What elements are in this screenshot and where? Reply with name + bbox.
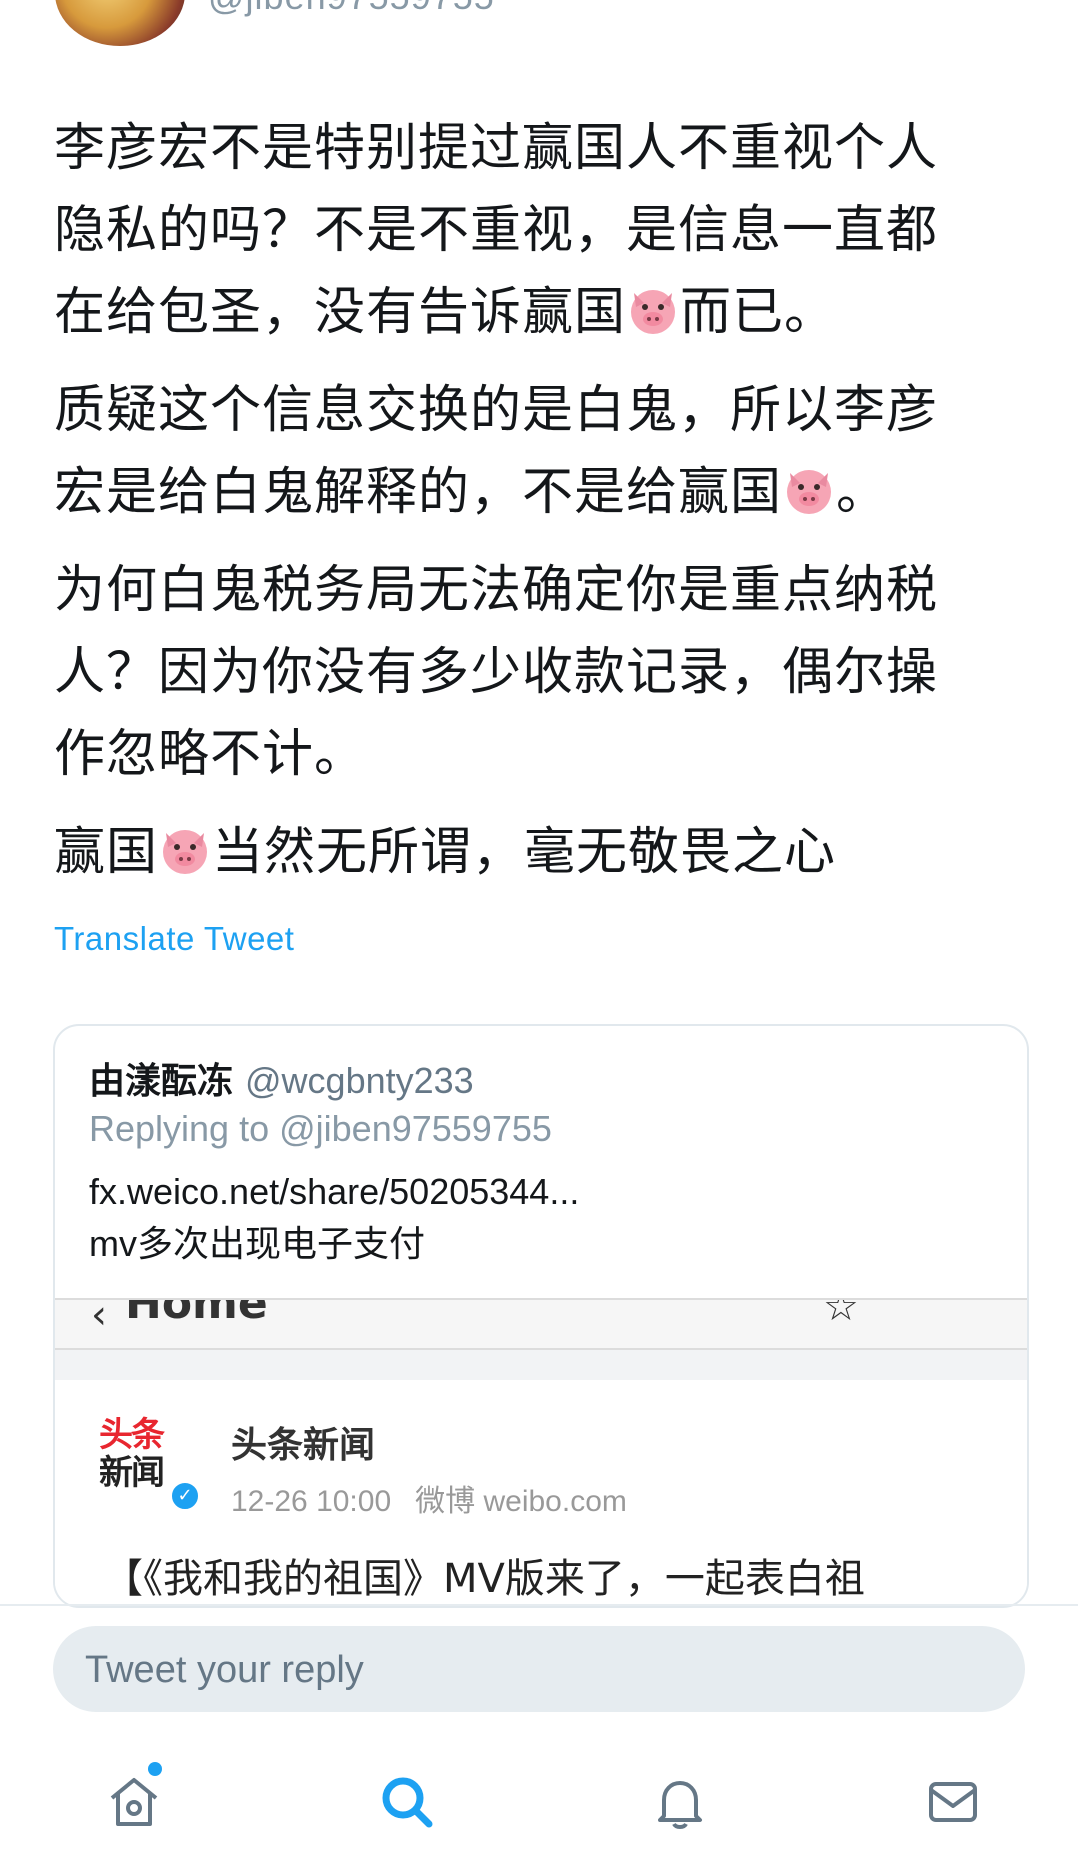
line: 李彦宏不是特别提过赢国人不重视个人	[54, 119, 939, 178]
home-icon[interactable]	[102, 1770, 166, 1834]
author-handle[interactable]: @jiben97559755	[208, 0, 495, 18]
line: 为何白鬼税务局无法确定你是重点纳税	[54, 561, 939, 620]
quoted-text-line: mv多次出现电子支付	[89, 1223, 425, 1264]
line: 人？因为你没有多少收款记录，偶尔操	[54, 643, 939, 702]
line: 赢国	[54, 823, 159, 882]
quoted-tweet-text: fx.weico.net/share/50205344... mv多次出现电子支…	[89, 1166, 579, 1270]
translate-tweet-link[interactable]: Translate Tweet	[54, 920, 294, 958]
screenshot-nav-title: Home	[125, 1298, 268, 1329]
bell-icon[interactable]	[648, 1770, 712, 1834]
quoted-link[interactable]: fx.weico.net/share/50205344...	[89, 1166, 579, 1218]
tweet-paragraph-1: 李彦宏不是特别提过赢国人不重视个人 隐私的吗？不是不重视，是信息一直都 在给包圣…	[54, 108, 1034, 354]
tweet-text: 李彦宏不是特别提过赢国人不重视个人 隐私的吗？不是不重视，是信息一直都 在给包圣…	[54, 108, 1034, 910]
quoted-tweet-header: 由漾酝冻 @wcgbnty233	[89, 1052, 474, 1104]
weibo-account-name: 头条新闻	[231, 1425, 376, 1466]
tweet-paragraph-2: 质疑这个信息交换的是白鬼，所以李彦 宏是给白鬼解释的，不是给赢国。	[54, 370, 1034, 534]
reply-input[interactable]	[83, 1626, 987, 1714]
replying-to-label: Replying to @jiben97559755	[89, 1108, 552, 1149]
line: 隐私的吗？不是不重视，是信息一直都	[54, 201, 939, 260]
pig-face-emoji-icon	[158, 820, 212, 874]
quoted-tweet-card[interactable]: 由漾酝冻 @wcgbnty233 Replying to @jiben975597…	[53, 1024, 1029, 1608]
line: 质疑这个信息交换的是白鬼，所以李彦	[54, 381, 939, 440]
search-icon[interactable]	[375, 1770, 439, 1834]
weibo-post-time: 12-26 10:00	[231, 1485, 392, 1518]
weibo-post-text: 【《我和我的祖国》MV版来了，一起表白祖	[103, 1556, 865, 1602]
line: 。	[836, 463, 889, 522]
line: 而已。	[680, 283, 837, 342]
line: 宏是给白鬼解释的，不是给赢国	[54, 463, 783, 522]
line: 在给包圣，没有告诉赢国	[54, 283, 627, 342]
quoted-screenshot-image: ‹ Home ☆ 头条 新闻 ✓ 头条新闻 12-26 10:00 微博 weib…	[55, 1298, 1027, 1606]
screenshot-nav-bar: ‹ Home ☆	[55, 1298, 1027, 1350]
back-chevron-icon: ‹	[91, 1298, 107, 1338]
pig-face-emoji-icon	[782, 460, 836, 514]
quoted-author-handle: @wcgbnty233	[245, 1060, 474, 1101]
weibo-post-source: 微博 weibo.com	[415, 1485, 627, 1518]
notification-dot-icon	[148, 1762, 162, 1776]
line: 当然无所谓，毫无敬畏之心	[212, 823, 837, 882]
weibo-post-meta: 12-26 10:00 微博 weibo.com	[231, 1476, 651, 1520]
pig-face-emoji-icon	[626, 280, 680, 334]
quoted-author-name: 由漾酝冻	[89, 1061, 234, 1102]
tweet-paragraph-4: 赢国 当然无所谓，毫无敬畏之心	[54, 812, 1034, 894]
verified-badge-icon: ✓	[169, 1480, 201, 1512]
author-avatar[interactable]	[55, 0, 185, 46]
reply-composer[interactable]	[53, 1626, 1025, 1714]
tweet-paragraph-3: 为何白鬼税务局无法确定你是重点纳税 人？因为你没有多少收款记录，偶尔操 作忽略不…	[54, 550, 1034, 796]
screenshot-weibo-post: 头条 新闻 ✓ 头条新闻 12-26 10:00 微博 weibo.com 【《我…	[55, 1380, 1027, 1606]
bottom-tab-bar	[0, 1740, 1078, 1862]
star-icon: ☆	[823, 1298, 859, 1330]
envelope-icon[interactable]	[921, 1770, 985, 1834]
divider	[0, 1604, 1078, 1606]
line: 作忽略不计。	[54, 725, 367, 784]
